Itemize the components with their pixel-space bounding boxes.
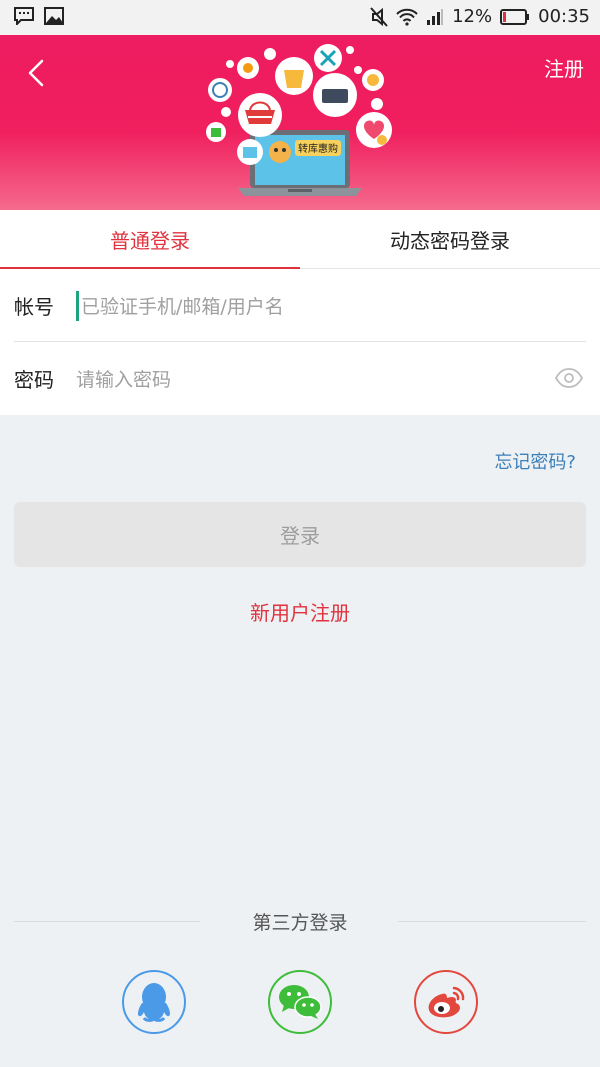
password-row: 密码 请输入密码	[0, 342, 600, 415]
image-notification-icon	[44, 7, 64, 25]
register-link[interactable]: 注册	[544, 53, 584, 82]
weibo-icon	[428, 986, 465, 1018]
new-user-register-link[interactable]: 新用户注册	[0, 597, 600, 626]
qq-login-button[interactable]	[122, 970, 186, 1034]
forgot-password-link[interactable]: 忘记密码?	[494, 448, 576, 474]
message-notification-icon	[14, 7, 34, 25]
login-form: 帐号 已验证手机/邮箱/用户名 密码 请输入密码	[0, 269, 600, 415]
account-placeholder: 已验证手机/邮箱/用户名	[81, 296, 284, 318]
login-tabs: 普通登录 动态密码登录	[0, 210, 600, 269]
status-bar: 12% 00:35	[0, 0, 600, 35]
tab-dynamic-password-login[interactable]: 动态密码登录	[300, 210, 600, 268]
account-input[interactable]: 已验证手机/邮箱/用户名	[76, 269, 600, 342]
login-button[interactable]: 登录	[14, 502, 586, 567]
wechat-login-button[interactable]	[268, 970, 332, 1034]
wifi-icon	[396, 8, 418, 26]
password-label: 密码	[14, 368, 54, 392]
show-password-eye-icon[interactable]	[554, 367, 584, 389]
weibo-login-button[interactable]	[414, 970, 478, 1034]
account-label: 帐号	[14, 295, 54, 319]
password-input[interactable]: 请输入密码	[76, 342, 600, 415]
battery-icon	[500, 8, 530, 25]
third-party-divider-right	[398, 921, 586, 922]
wechat-icon	[279, 985, 322, 1019]
illustration-logo-text: 转库惠购	[298, 142, 338, 155]
back-arrow-icon[interactable]	[20, 55, 56, 91]
header-banner: 注册 转库惠购	[0, 35, 600, 210]
account-row: 帐号 已验证手机/邮箱/用户名	[0, 269, 600, 342]
shopping-illustration: 转库惠购	[206, 44, 392, 196]
password-placeholder: 请输入密码	[76, 369, 172, 391]
clock: 00:35	[538, 6, 590, 27]
tab-normal-login[interactable]: 普通登录	[0, 210, 300, 269]
battery-percent: 12%	[452, 6, 493, 27]
signal-icon	[427, 8, 444, 25]
text-cursor	[76, 290, 79, 321]
qq-icon	[138, 983, 170, 1022]
mute-icon	[370, 6, 388, 27]
